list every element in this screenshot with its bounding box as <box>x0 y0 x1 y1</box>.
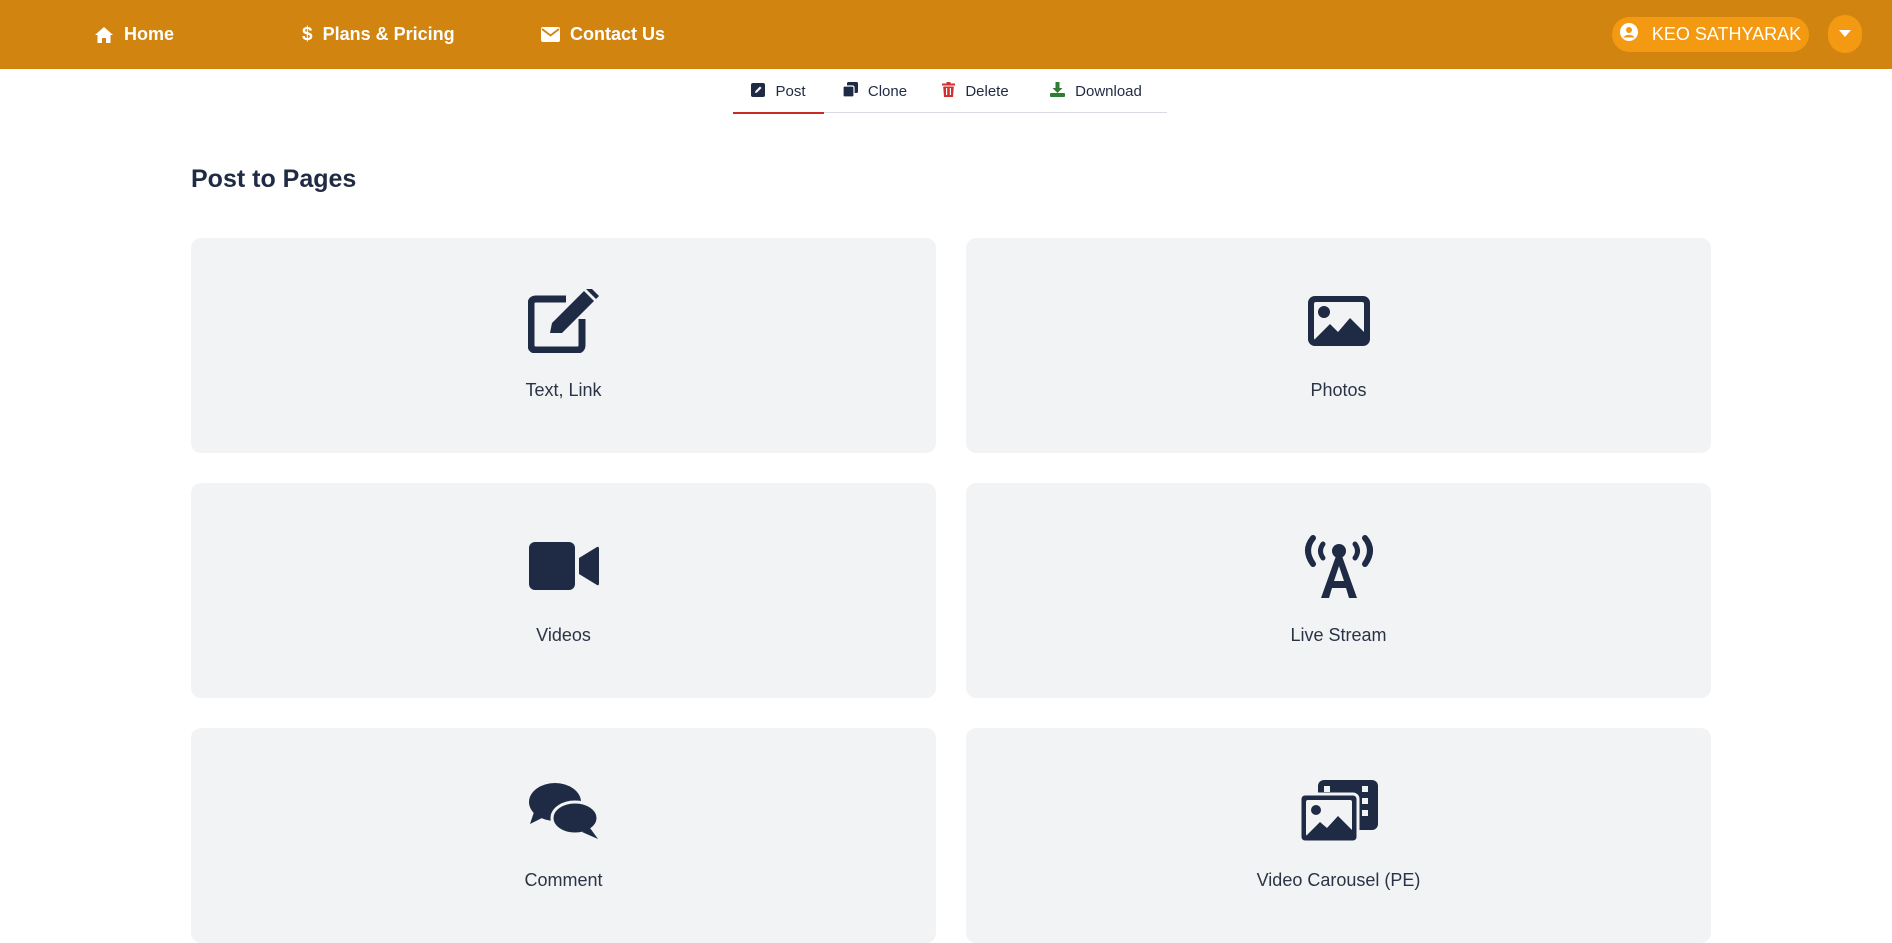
broadcast-tower-icon <box>1299 531 1379 601</box>
top-navbar: Home $ Plans & Pricing Contact Us KEO SA… <box>0 0 1892 69</box>
action-tabs: Post Clone Delete Download <box>733 70 1167 114</box>
nav-home-label: Home <box>124 24 175 44</box>
card-video-carousel[interactable]: Video Carousel (PE) <box>966 728 1711 943</box>
tab-clone-label: Clone <box>867 83 908 100</box>
card-photos[interactable]: Photos <box>966 238 1711 453</box>
clone-icon <box>842 82 858 101</box>
card-label: Video Carousel (PE) <box>1256 870 1421 890</box>
caret-down-icon <box>1839 25 1851 43</box>
tab-post[interactable]: Post <box>733 70 824 114</box>
tab-delete[interactable]: Delete <box>926 70 1025 113</box>
dollar-icon: $ <box>302 24 313 45</box>
card-label: Videos <box>536 625 591 645</box>
image-icon <box>1307 286 1370 356</box>
home-icon <box>94 26 114 44</box>
video-icon <box>528 531 599 601</box>
tab-clone[interactable]: Clone <box>824 70 926 113</box>
card-label: Text, Link <box>525 380 602 400</box>
trash-icon <box>942 82 956 101</box>
card-text-link[interactable]: Text, Link <box>191 238 936 453</box>
edit-square-icon <box>751 82 766 101</box>
tab-download-label: Download <box>1075 83 1142 100</box>
card-label: Comment <box>524 870 603 890</box>
tab-post-label: Post <box>775 83 806 100</box>
nav-home-link[interactable]: Home <box>94 0 174 69</box>
card-label: Live Stream <box>1290 625 1387 645</box>
card-live-stream[interactable]: Live Stream <box>966 483 1711 698</box>
download-icon <box>1050 82 1066 101</box>
page-title: Post to Pages <box>191 165 357 193</box>
user-profile-button[interactable]: KEO SATHYARAK <box>1612 17 1809 52</box>
user-dropdown-toggle[interactable] <box>1828 15 1862 53</box>
edit-icon <box>527 286 600 356</box>
nav-contact-label: Contact Us <box>570 24 666 44</box>
comments-icon <box>528 776 600 846</box>
tab-delete-label: Delete <box>965 83 1009 100</box>
user-name: KEO SATHYARAK <box>1651 24 1802 44</box>
card-label: Photos <box>1310 380 1367 400</box>
tab-download[interactable]: Download <box>1025 70 1167 113</box>
card-videos[interactable]: Videos <box>191 483 936 698</box>
user-circle-icon <box>1619 23 1638 46</box>
card-comment[interactable]: Comment <box>191 728 936 943</box>
nav-plans-label: Plans & Pricing <box>322 24 455 44</box>
nav-contact-link[interactable]: Contact Us <box>541 0 665 69</box>
photo-film-icon <box>1299 776 1378 846</box>
nav-plans-link[interactable]: $ Plans & Pricing <box>302 0 455 69</box>
envelope-icon <box>541 27 560 42</box>
